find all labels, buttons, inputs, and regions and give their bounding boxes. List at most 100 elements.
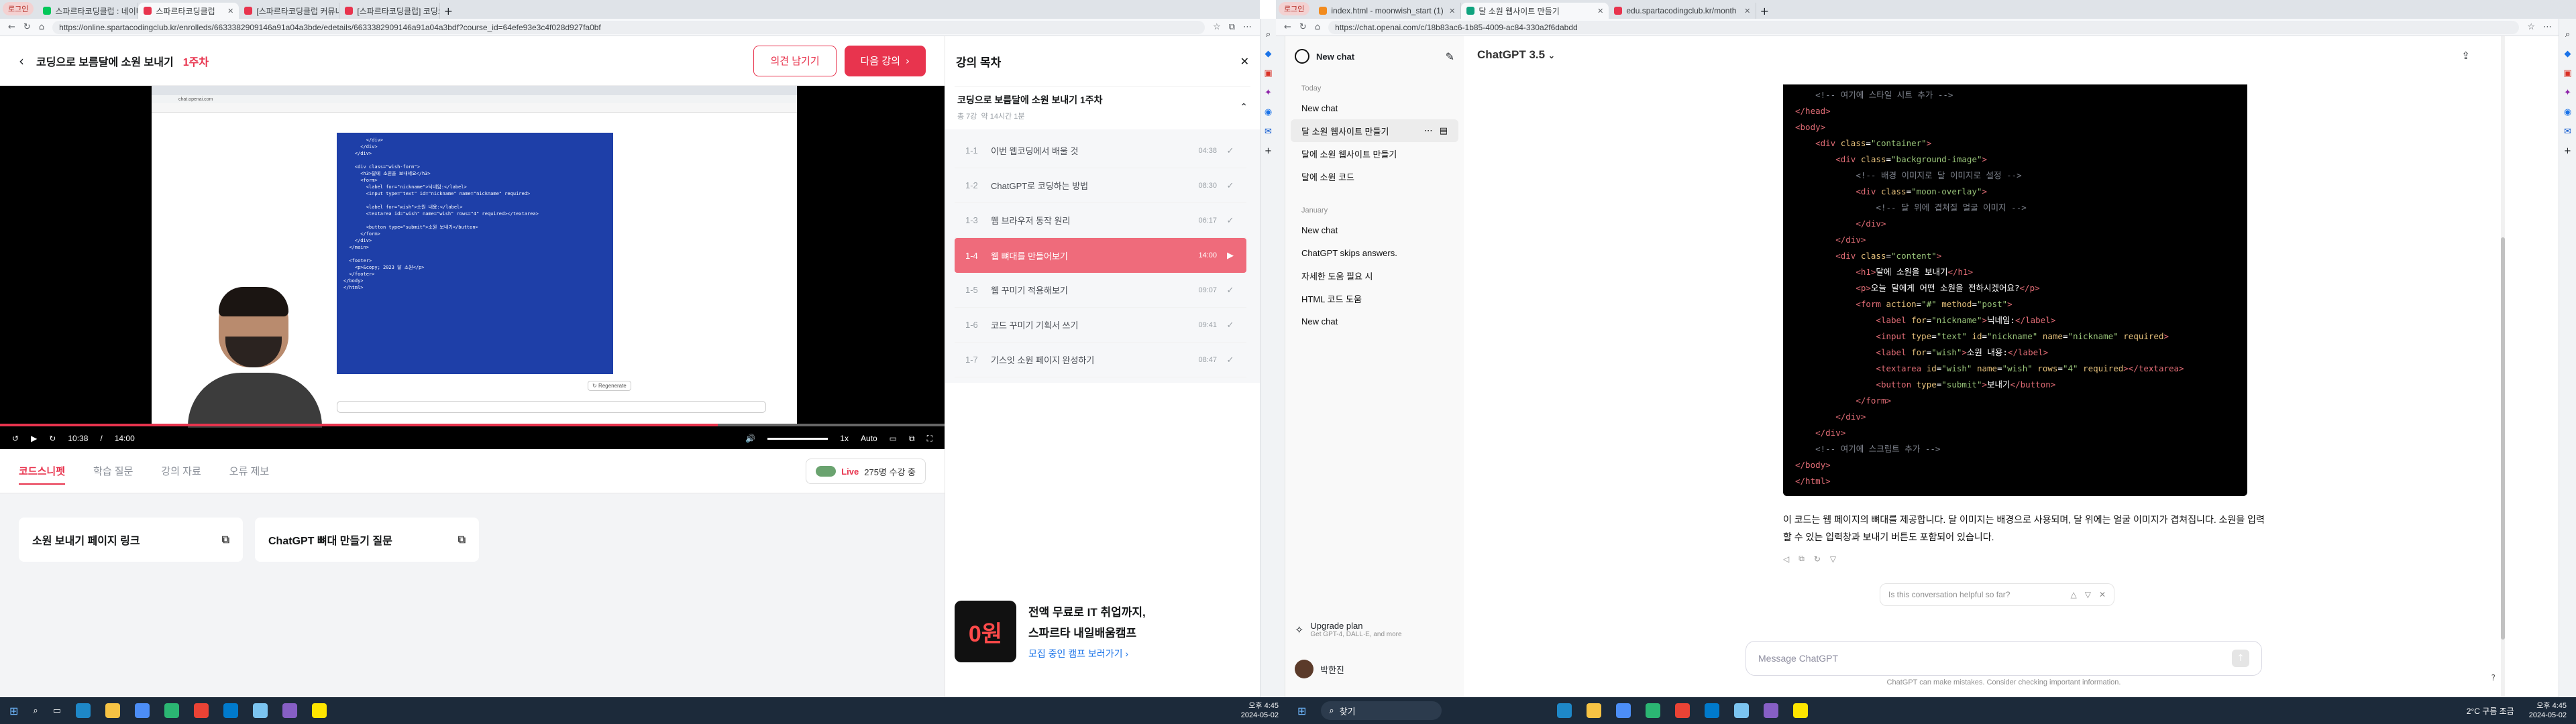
edge-taskbar-icon[interactable] [75,703,91,718]
history-item[interactable]: HTML 코드 도움 [1285,287,1464,310]
task-view-icon[interactable]: ▭ [53,706,61,716]
history-item-active[interactable]: 달 소원 웹사이트 만들기 ⋯ ▤ [1291,119,1458,142]
menu-icon[interactable]: ⋯ [1243,22,1252,32]
refresh-icon[interactable]: ↻ [1299,22,1307,32]
upgrade-plan-button[interactable]: ✧ Upgrade plan Get GPT-4, DALL·E, and mor… [1295,621,1402,638]
url-field[interactable]: https://online.spartacodingclub.kr/enrol… [52,20,1205,34]
snippet-card[interactable]: ChatGPT 뼈대 만들기 질문 ⧉ [255,518,479,562]
favorite-icon[interactable]: ☆ [2527,22,2535,32]
message-input[interactable]: Message ChatGPT ↑ [1746,641,2262,676]
search-icon[interactable]: ⌕ [1266,29,1271,40]
fullscreen-icon[interactable]: ⛶ [927,434,932,444]
history-item[interactable]: 달에 소원 웹사이트 만들기 [1285,142,1464,165]
more-icon[interactable]: ⋯ [1424,126,1433,136]
shopping-icon[interactable]: ▣ [1264,68,1272,78]
toc-item[interactable]: 1-3 웹 브라우저 동작 원리 06:17 ✓ [955,203,1246,238]
edge-icon[interactable] [1646,703,1661,718]
shopping-icon[interactable]: ▣ [2563,68,2571,78]
tab-questions[interactable]: 학습 질문 [93,464,133,478]
games-icon[interactable]: ◉ [1265,107,1272,117]
chevron-up-icon[interactable]: ⌃ [1240,93,1248,121]
feedback-button[interactable]: 의견 남기기 [753,45,837,76]
copilot-icon[interactable]: ◆ [2565,49,2571,59]
toc-item-current[interactable]: 1-4 웹 뼈대를 만들어보기 14:00 ▶ [955,238,1246,273]
browser-tab[interactable]: edu.spartacodingclub.kr/month ✕ [1609,3,1757,19]
model-selector[interactable]: ChatGPT 3.5 ⌄ [1477,48,1555,62]
browser-tab[interactable]: 달 소원 웹사이트 만들기 ✕ [1461,3,1609,19]
search-icon[interactable]: ⌕ [2565,29,2570,40]
close-icon[interactable]: ✕ [1240,55,1249,68]
copy-icon[interactable]: ⧉ [222,533,229,546]
edge-icon[interactable] [164,703,179,718]
toc-section-header[interactable]: 코딩으로 보름달에 소원 보내기 1주차 총 7강 약 14시간 1분 ⌃ [955,86,1250,132]
copy-icon[interactable]: ⧉ [458,533,466,546]
speaker-icon[interactable]: ◁ [1783,554,1789,564]
new-tab-button[interactable]: + [1756,3,1772,19]
profile-button[interactable]: 로그인 [1279,2,1310,15]
close-icon[interactable]: ✕ [1744,7,1750,15]
toc-item[interactable]: 1-5 웹 꾸미기 적용해보기 09:07 ✓ [955,273,1246,308]
toc-item[interactable]: 1-2 ChatGPT로 코딩하는 방법 08:30 ✓ [955,168,1246,203]
vscode-icon[interactable] [1705,703,1720,718]
close-icon[interactable]: ✕ [1449,7,1455,15]
thumbs-down-icon[interactable]: ▽ [2085,590,2091,599]
new-chat-top[interactable]: New chat [1316,52,1354,62]
toc-item[interactable]: 1-1 이번 웹코딩에서 배울 것 04:38 ✓ [955,133,1246,168]
captions-icon[interactable]: ▭ [890,434,897,443]
explorer-icon[interactable] [105,703,120,718]
add-icon[interactable]: + [1265,146,1272,156]
play-icon[interactable]: ▶ [31,434,37,443]
home-icon[interactable]: ⌂ [1315,22,1320,32]
history-item[interactable]: New chat [1285,219,1464,241]
store-icon[interactable] [1616,703,1631,718]
next-lecture-button[interactable]: 다음 강의 › [844,45,926,76]
speed-button[interactable]: 1x [840,434,849,443]
volume-slider[interactable] [767,437,828,440]
promo-link[interactable]: 모집 중인 캠프 보러가기 › [1028,647,1146,660]
home-icon[interactable]: ⌂ [39,22,44,32]
history-item[interactable]: 달에 소원 코드 [1285,165,1464,188]
url-field[interactable]: https://chat.openai.com/c/18b83ac6-1b85-… [1328,20,2520,34]
scrollbar[interactable] [2501,36,2505,697]
browser-tab[interactable]: 스파르타코딩클럽 : 네이버 통합✕ [38,3,139,19]
copy-icon[interactable]: ⧉ [1799,554,1805,564]
vscode-icon[interactable] [223,703,238,718]
taskbar-search[interactable]: ⌕ 찾기 [1321,701,1442,720]
favorite-icon[interactable]: ☆ [1213,22,1221,32]
visual-studio-icon[interactable] [282,703,297,718]
extensions-icon[interactable]: ⧉ [1229,22,1235,32]
tools-icon[interactable]: ✦ [1265,88,1272,98]
explorer-icon[interactable] [1587,703,1602,718]
add-icon[interactable]: + [2564,146,2571,156]
toc-item[interactable]: 1-7 기스잇 소원 페이지 완성하기 08:47 ✓ [955,343,1246,377]
browser-tab[interactable]: [스파르타코딩클럽 커뮤니티] 스피✕ [239,3,340,19]
edge-taskbar-icon[interactable] [1557,703,1572,718]
back-icon[interactable]: ← [8,22,15,32]
clock[interactable]: 오후 4:45 2024-05-02 [2529,701,2567,720]
volume-icon[interactable]: 🔊 [745,434,755,443]
browser-tab[interactable]: [스파르타코딩클럽] 코딩으로 보✕ [339,3,441,19]
rewind-10-icon[interactable]: ↺ [12,434,19,443]
clock[interactable]: 오후 4:45 2024-05-02 [1241,701,1279,720]
history-item[interactable]: ChatGPT skips answers. [1285,241,1464,264]
send-icon[interactable]: ↑ [2232,650,2249,667]
profile-button[interactable]: 로그인 [3,2,34,15]
kakaotalk-icon[interactable] [311,703,327,718]
share-icon[interactable]: ⇪ [2461,50,2470,62]
tab-error-report[interactable]: 오류 제보 [229,464,269,478]
toc-item[interactable]: 1-6 코드 꾸미기 기획서 쓰기 09:41 ✓ [955,308,1246,343]
edit-icon[interactable]: ✎ [1446,50,1454,63]
history-item[interactable]: New chat [1285,310,1464,333]
refresh-icon[interactable]: ↻ [23,22,31,32]
windows-start-icon[interactable]: ⊞ [1297,705,1306,717]
search-icon[interactable]: ⌕ [33,706,38,716]
games-icon[interactable]: ◉ [2564,107,2571,117]
video-player[interactable]: chat.openai.com </div> </div> </div> <di… [0,86,945,449]
tab-code-snippet[interactable]: 코드스니펫 [19,464,66,485]
weather-widget[interactable]: 2°C 구름 조금 [2467,705,2514,717]
browser-tab[interactable]: index.html - moonwish_start (1) ✕ [1313,3,1462,19]
tab-materials[interactable]: 강의 자료 [161,464,201,478]
regenerate-icon[interactable]: ↻ [1814,554,1821,564]
video-progress-bar[interactable] [0,424,945,426]
thumbs-up-icon[interactable]: △ [2070,590,2076,599]
